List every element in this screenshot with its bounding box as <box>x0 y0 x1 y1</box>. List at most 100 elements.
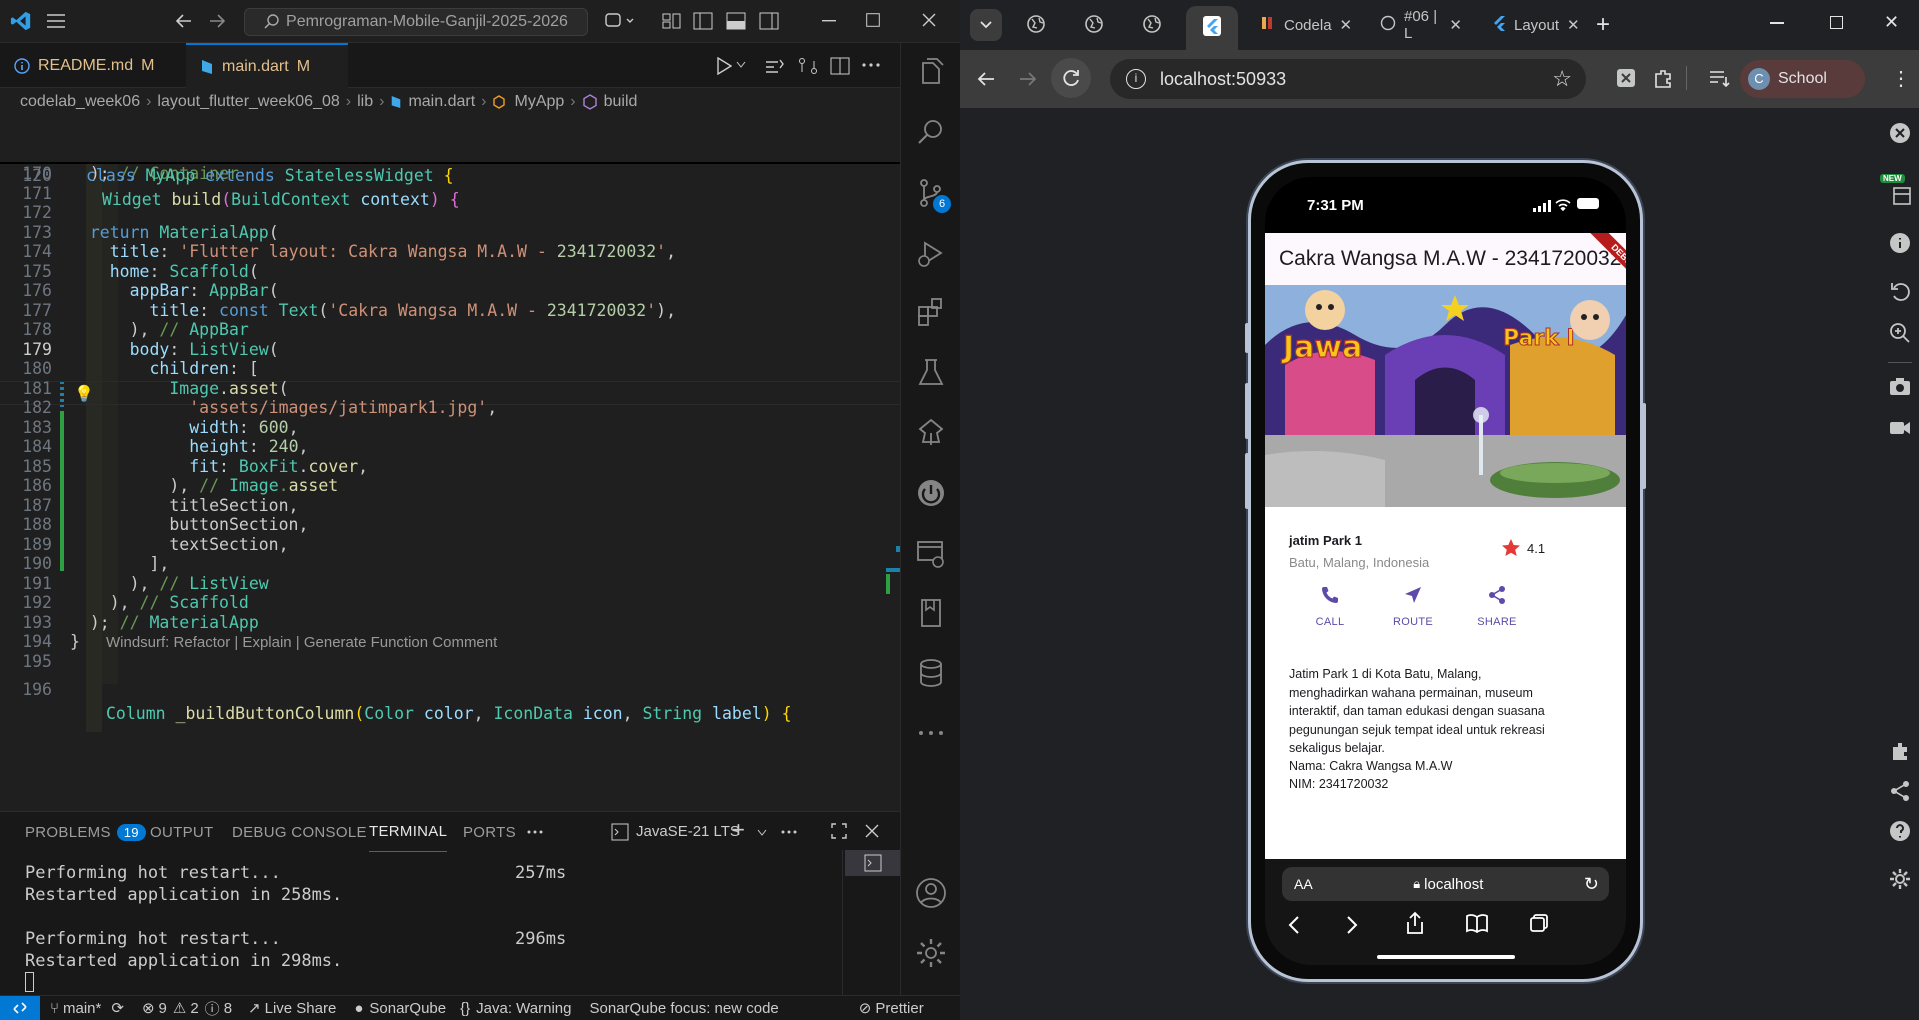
git-branch[interactable]: main* <box>63 1000 101 1017</box>
address-bar[interactable]: i localhost:50933 ☆ <box>1110 59 1586 99</box>
tab-search-icon[interactable] <box>970 9 1002 41</box>
globe-icon[interactable] <box>1084 14 1104 39</box>
bookmarks-icon[interactable] <box>913 595 949 631</box>
maximize-icon[interactable] <box>1830 16 1843 29</box>
forward-arrow-icon[interactable] <box>208 12 226 30</box>
breadcrumb-item[interactable]: build <box>604 93 638 111</box>
new-tab-icon[interactable]: + <box>1596 11 1610 39</box>
screen-reader-extension-icon[interactable] <box>1615 67 1637 94</box>
sticky-line[interactable]: 116 class MyApp extends StatelessWidget … <box>0 116 900 185</box>
profile-button[interactable]: C School <box>1740 60 1865 98</box>
zoom-in-icon[interactable] <box>1889 322 1911 349</box>
command-center-search[interactable]: Pemrograman-Mobile-Ganjil-2025-2026 <box>244 8 588 36</box>
reader-aa[interactable]: AA <box>1294 876 1313 892</box>
toggle-panel-icon[interactable] <box>726 12 746 30</box>
more-actions-icon[interactable] <box>781 830 797 834</box>
explorer-icon[interactable] <box>913 55 949 91</box>
tab-debug-console[interactable]: DEBUG CONSOLE <box>232 812 367 852</box>
bookmarks-book-icon[interactable] <box>1465 913 1489 938</box>
bookmark-star-icon[interactable]: ☆ <box>1552 66 1572 92</box>
sonar-focus[interactable]: SonarQube focus: new code <box>589 1000 778 1017</box>
camera-icon[interactable] <box>1889 376 1911 401</box>
account-icon[interactable] <box>913 875 949 911</box>
back-arrow-icon[interactable] <box>976 69 996 94</box>
more-actions-icon[interactable] <box>862 63 880 67</box>
codelens[interactable]: Windsurf: Refactor | Explain | Generate … <box>106 634 497 651</box>
terminal-instance[interactable] <box>845 850 900 876</box>
tab-readme[interactable]: README.md M <box>0 43 185 88</box>
globe-icon[interactable] <box>1142 14 1162 39</box>
site-info-icon[interactable]: i <box>1126 69 1146 89</box>
terminal-output[interactable]: Performing hot restart... 257ms Restarted … <box>25 862 585 992</box>
run-debug-icon[interactable] <box>913 235 949 271</box>
share-sheet-icon[interactable] <box>1405 911 1425 940</box>
rotate-icon[interactable] <box>1889 280 1911 307</box>
live-share[interactable]: Live Share <box>265 1000 337 1017</box>
flutter-tree-icon[interactable] <box>913 415 949 451</box>
close-tab-icon[interactable]: ✕ <box>1340 16 1353 34</box>
help-icon[interactable] <box>1889 820 1911 847</box>
media-controls-icon[interactable] <box>1708 68 1730 93</box>
reload-button[interactable] <box>1051 58 1091 98</box>
back-arrow-icon[interactable] <box>175 12 193 30</box>
toggle-sidebar-icon[interactable] <box>693 12 713 30</box>
close-window-icon[interactable] <box>922 13 936 27</box>
chrome-tab[interactable]: Codela ✕ <box>1248 8 1356 42</box>
device-layout-icon[interactable] <box>1892 186 1912 211</box>
settings-gear-icon[interactable] <box>913 935 949 971</box>
database-icon[interactable] <box>913 655 949 691</box>
split-editor-icon[interactable] <box>830 57 850 75</box>
forward-chevron-icon[interactable] <box>1345 915 1359 940</box>
breadcrumb-item[interactable]: main.dart <box>408 93 475 111</box>
remote-explorer-icon[interactable] <box>913 535 949 571</box>
minimize-icon[interactable] <box>1770 22 1784 24</box>
compare-changes-icon[interactable] <box>798 57 818 75</box>
close-tab-icon[interactable]: ✕ <box>1449 16 1462 34</box>
toggle-secondary-sidebar-icon[interactable] <box>759 12 779 30</box>
call-button[interactable]: CALL <box>1305 585 1355 628</box>
extensions-puzzle-icon[interactable] <box>1652 67 1674 94</box>
close-circle-icon[interactable] <box>1889 122 1911 149</box>
chevron-down-icon[interactable] <box>736 61 746 69</box>
maximize-panel-icon[interactable] <box>831 823 847 839</box>
tab-ports[interactable]: PORTS <box>463 812 516 852</box>
back-chevron-icon[interactable] <box>1287 915 1301 940</box>
video-camera-icon[interactable] <box>1889 420 1911 441</box>
extensions-icon[interactable] <box>913 295 949 331</box>
prettier-status[interactable]: Prettier <box>875 1000 923 1017</box>
new-terminal-icon[interactable]: + <box>732 817 745 843</box>
breadcrumb-item[interactable]: codelab_week06 <box>20 93 140 111</box>
source-control-icon[interactable]: 6 <box>913 175 951 213</box>
route-button[interactable]: ROUTE <box>1385 585 1441 628</box>
tab-terminal[interactable]: TERMINAL <box>369 812 448 852</box>
more-views-icon[interactable] <box>913 715 949 751</box>
minimize-icon[interactable] <box>822 20 836 22</box>
hot-reload-icon[interactable] <box>764 57 784 75</box>
tab-output[interactable]: OUTPUT <box>150 812 213 852</box>
safari-address-bar[interactable]: AA 🔒︎ localhost ↻ <box>1282 867 1609 901</box>
menu-icon[interactable] <box>46 12 66 30</box>
globe-icon[interactable] <box>1026 14 1046 39</box>
chrome-menu-icon[interactable]: ⋮ <box>1891 66 1911 91</box>
close-panel-icon[interactable] <box>865 824 879 838</box>
chrome-tab[interactable]: #06 | L ✕ <box>1368 8 1474 42</box>
run-icon[interactable] <box>716 57 732 75</box>
terminal-name[interactable]: JavaSE-21 LTS <box>636 823 740 840</box>
chevron-down-icon[interactable] <box>757 829 767 837</box>
sonarqube-icon[interactable] <box>913 475 949 511</box>
code-line[interactable]: 196 Column _buildButtonColumn(Color colo… <box>0 654 900 723</box>
sync-icon[interactable]: ⟳ <box>111 999 124 1017</box>
tabs-icon[interactable] <box>1529 913 1549 938</box>
more-tabs-icon[interactable] <box>527 830 543 834</box>
search-icon[interactable] <box>913 115 949 151</box>
breadcrumb-item[interactable]: layout_flutter_week06_08 <box>157 93 339 111</box>
reload-icon[interactable]: ↻ <box>1584 874 1599 895</box>
java-status[interactable]: Java: Warning <box>476 1000 571 1017</box>
copilot-icon[interactable] <box>605 11 635 31</box>
sonarqube-status[interactable]: SonarQube <box>369 1000 446 1017</box>
customize-layout-icon[interactable] <box>662 12 682 30</box>
error-count[interactable]: 9 <box>159 1000 167 1017</box>
code-editor[interactable]: 116 class MyApp extends StatelessWidget … <box>0 116 900 811</box>
chrome-tab[interactable]: Layout ✕ <box>1480 8 1586 42</box>
info-count[interactable]: 8 <box>224 1000 232 1017</box>
